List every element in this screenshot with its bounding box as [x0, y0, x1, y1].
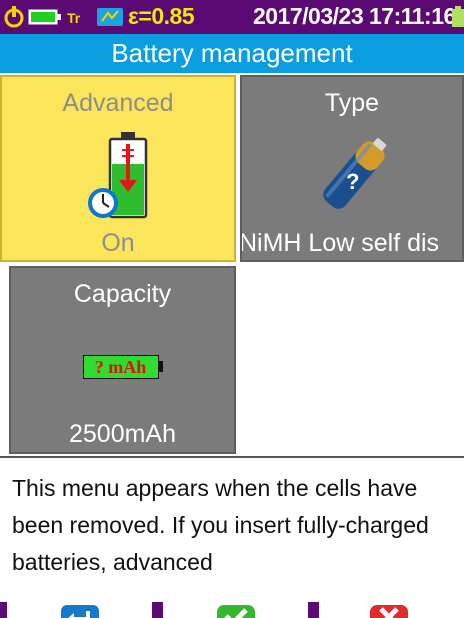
enter-icon: [61, 605, 99, 618]
battery-question-icon: ?: [323, 138, 387, 209]
battery-capacity-icon-text: ? mAh: [94, 357, 147, 377]
advanced-label: Advanced: [62, 89, 174, 117]
description-text: This menu appears when the cells have be…: [12, 475, 429, 575]
empty-tile-slot: [240, 266, 464, 454]
svg-text:Tr: Tr: [67, 10, 81, 26]
type-value: NiMH Low self dis: [240, 229, 440, 257]
power-icon: [4, 6, 24, 28]
svg-text:?: ?: [346, 169, 359, 194]
check-icon: [217, 605, 255, 618]
trigger-icon: Tr: [67, 10, 81, 26]
advanced-value: On: [101, 229, 135, 257]
bottom-nav-bar: [0, 602, 464, 618]
page-title: Battery management: [0, 34, 464, 73]
sd-card-icon: [97, 8, 123, 26]
status-bar: Tr ε=0.85 2017/03/23 17:11:16: [0, 0, 464, 34]
capacity-value: 2500mAh: [68, 420, 177, 448]
close-icon: [370, 605, 408, 618]
advanced-tile[interactable]: Advanced On: [0, 75, 236, 262]
description-panel: This menu appears when the cells have be…: [0, 456, 464, 604]
capacity-label: Capacity: [73, 280, 172, 308]
battery-small-icon: [452, 6, 464, 27]
confirm-button[interactable]: [163, 602, 308, 618]
battery-capacity-icon: ? mAh: [83, 355, 164, 379]
enter-button[interactable]: [7, 602, 152, 618]
cancel-button[interactable]: [319, 602, 464, 618]
capacity-tile[interactable]: Capacity ? mAh 2500mAh: [9, 266, 236, 454]
emissivity-readout: ε=0.85: [128, 3, 195, 29]
type-tile[interactable]: Type ? NiMH Low self dis: [240, 75, 464, 262]
datetime-readout: 2017/03/23 17:11:16: [253, 3, 456, 29]
battery-charge-timer-icon: [88, 132, 148, 219]
type-label: Type: [324, 89, 380, 117]
battery-level-icon: [28, 9, 61, 25]
